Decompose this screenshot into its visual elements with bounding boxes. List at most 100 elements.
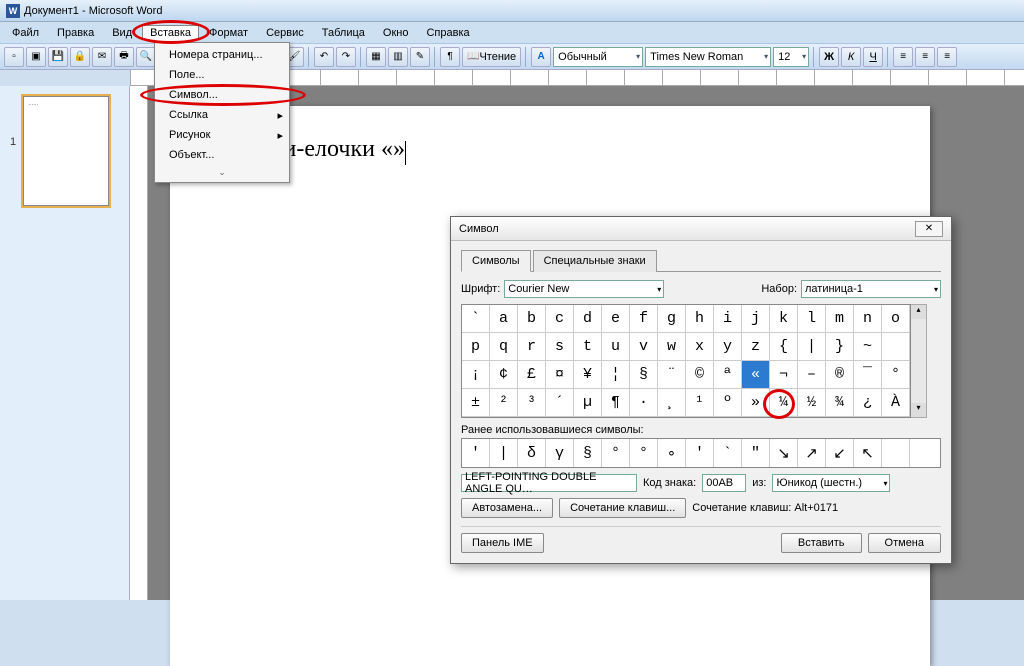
- table-icon[interactable]: ▦: [366, 47, 386, 67]
- new-icon[interactable]: ▫: [4, 47, 24, 67]
- size-combo[interactable]: 12: [773, 47, 809, 67]
- columns-icon[interactable]: ▥: [388, 47, 408, 67]
- menu-insert[interactable]: Вставка: [142, 25, 199, 41]
- font-combo[interactable]: Courier New: [504, 280, 664, 298]
- menu-item-page-numbers[interactable]: Номера страниц...: [155, 45, 289, 65]
- symbol-cell[interactable]: ½: [798, 389, 826, 417]
- symbol-cell[interactable]: ¨: [658, 361, 686, 389]
- symbol-cell[interactable]: ~: [854, 333, 882, 361]
- symbol-cell[interactable]: ¥: [574, 361, 602, 389]
- symbol-cell[interactable]: ¬: [770, 361, 798, 389]
- recent-symbol-cell[interactable]: |: [490, 439, 518, 467]
- styles-icon[interactable]: A: [531, 47, 551, 67]
- symbol-grid[interactable]: `abcdefghijklmnopqrstuvwxyz{|}~¡¢£¤¥¦§¨©…: [461, 304, 911, 418]
- menu-tools[interactable]: Сервис: [258, 25, 312, 41]
- symbol-cell[interactable]: t: [574, 333, 602, 361]
- symbol-cell[interactable]: ±: [462, 389, 490, 417]
- recent-symbol-cell[interactable]: ∘: [658, 439, 686, 467]
- symbol-cell[interactable]: u: [602, 333, 630, 361]
- menubar[interactable]: Файл Правка Вид Вставка Формат Сервис Та…: [0, 22, 1024, 44]
- menu-edit[interactable]: Правка: [49, 25, 102, 41]
- recent-symbol-cell[interactable]: γ: [546, 439, 574, 467]
- symbol-cell[interactable]: c: [546, 305, 574, 333]
- symbol-cell[interactable]: g: [658, 305, 686, 333]
- bold-button[interactable]: Ж: [819, 47, 839, 67]
- symbol-cell[interactable]: °: [882, 361, 910, 389]
- subset-combo[interactable]: латиница-1: [801, 280, 941, 298]
- symbol-scrollbar[interactable]: ▴▾: [911, 304, 927, 418]
- menu-item-object[interactable]: Объект...: [155, 145, 289, 165]
- code-input[interactable]: 00AB: [702, 474, 746, 492]
- symbol-cell[interactable]: x: [686, 333, 714, 361]
- symbol-cell[interactable]: {: [770, 333, 798, 361]
- symbol-cell[interactable]: j: [742, 305, 770, 333]
- symbol-cell[interactable]: –: [798, 361, 826, 389]
- permissions-icon[interactable]: 🔒: [70, 47, 90, 67]
- underline-button[interactable]: Ч: [863, 47, 883, 67]
- symbol-cell[interactable]: y: [714, 333, 742, 361]
- dialog-titlebar[interactable]: Символ ✕: [451, 217, 951, 241]
- italic-button[interactable]: К: [841, 47, 861, 67]
- style-combo[interactable]: Обычный: [553, 47, 643, 67]
- symbol-cell[interactable]: ¿: [854, 389, 882, 417]
- align-left-icon[interactable]: ≡: [893, 47, 913, 67]
- menu-window[interactable]: Окно: [375, 25, 417, 41]
- menu-format[interactable]: Формат: [201, 25, 256, 41]
- symbol-cell[interactable]: e: [602, 305, 630, 333]
- symbol-cell[interactable]: a: [490, 305, 518, 333]
- menu-item-field[interactable]: Поле...: [155, 65, 289, 85]
- menu-help[interactable]: Справка: [418, 25, 477, 41]
- symbol-cell[interactable]: º: [714, 389, 742, 417]
- symbol-cell[interactable]: µ: [574, 389, 602, 417]
- symbol-cell[interactable]: ²: [490, 389, 518, 417]
- symbol-cell[interactable]: ¤: [546, 361, 574, 389]
- symbol-cell[interactable]: ©: [686, 361, 714, 389]
- menu-table[interactable]: Таблица: [314, 25, 373, 41]
- redo-icon[interactable]: ↷: [336, 47, 356, 67]
- menu-expand-icon[interactable]: ⌄: [155, 165, 289, 180]
- recent-symbol-cell[interactable]: °: [602, 439, 630, 467]
- menu-view[interactable]: Вид: [104, 25, 140, 41]
- symbol-cell[interactable]: |: [798, 333, 826, 361]
- symbol-cell[interactable]: ¸: [658, 389, 686, 417]
- tab-symbols[interactable]: Символы: [461, 250, 531, 272]
- symbol-cell[interactable]: h: [686, 305, 714, 333]
- tab-special-chars[interactable]: Специальные знаки: [533, 250, 657, 272]
- symbol-cell[interactable]: À: [882, 389, 910, 417]
- page-thumbnail[interactable]: ......: [23, 96, 109, 206]
- symbol-cell[interactable]: w: [658, 333, 686, 361]
- symbol-cell[interactable]: ®: [826, 361, 854, 389]
- symbol-cell[interactable]: ¾: [826, 389, 854, 417]
- recent-symbol-cell[interactable]: §: [574, 439, 602, 467]
- insert-menu-dropdown[interactable]: Номера страниц... Поле... Символ... Ссыл…: [154, 42, 290, 183]
- open-icon[interactable]: ▣: [26, 47, 46, 67]
- symbol-cell[interactable]: l: [798, 305, 826, 333]
- menu-item-picture[interactable]: Рисунок▸: [155, 125, 289, 145]
- symbol-cell[interactable]: ¦: [602, 361, 630, 389]
- shortcut-button[interactable]: Сочетание клавиш...: [559, 498, 686, 518]
- symbol-cell[interactable]: f: [630, 305, 658, 333]
- recent-symbol-cell[interactable]: ↗: [798, 439, 826, 467]
- symbol-cell[interactable]: b: [518, 305, 546, 333]
- symbol-cell[interactable]: q: [490, 333, 518, 361]
- cancel-button[interactable]: Отмена: [868, 533, 941, 553]
- menu-file[interactable]: Файл: [4, 25, 47, 41]
- recent-symbol-cell[interactable]: [882, 439, 910, 467]
- symbol-cell[interactable]: m: [826, 305, 854, 333]
- from-combo[interactable]: Юникод (шестн.): [772, 474, 890, 492]
- symbol-cell[interactable]: i: [714, 305, 742, 333]
- read-button[interactable]: 📖 Чтение: [462, 47, 521, 67]
- symbol-cell[interactable]: ¼: [770, 389, 798, 417]
- symbol-cell[interactable]: ¡: [462, 361, 490, 389]
- undo-icon[interactable]: ↶: [314, 47, 334, 67]
- close-icon[interactable]: ✕: [915, 221, 943, 237]
- save-icon[interactable]: 💾: [48, 47, 68, 67]
- recent-symbol-cell[interactable]: `: [714, 439, 742, 467]
- autocorrect-button[interactable]: Автозамена...: [461, 498, 553, 518]
- symbol-cell[interactable]: [882, 333, 910, 361]
- symbol-cell[interactable]: d: [574, 305, 602, 333]
- symbol-cell[interactable]: ¹: [686, 389, 714, 417]
- recent-symbol-cell[interactable]: ′: [686, 439, 714, 467]
- print-icon[interactable]: 🖶: [114, 47, 134, 67]
- recent-symbol-cell[interactable]: δ: [518, 439, 546, 467]
